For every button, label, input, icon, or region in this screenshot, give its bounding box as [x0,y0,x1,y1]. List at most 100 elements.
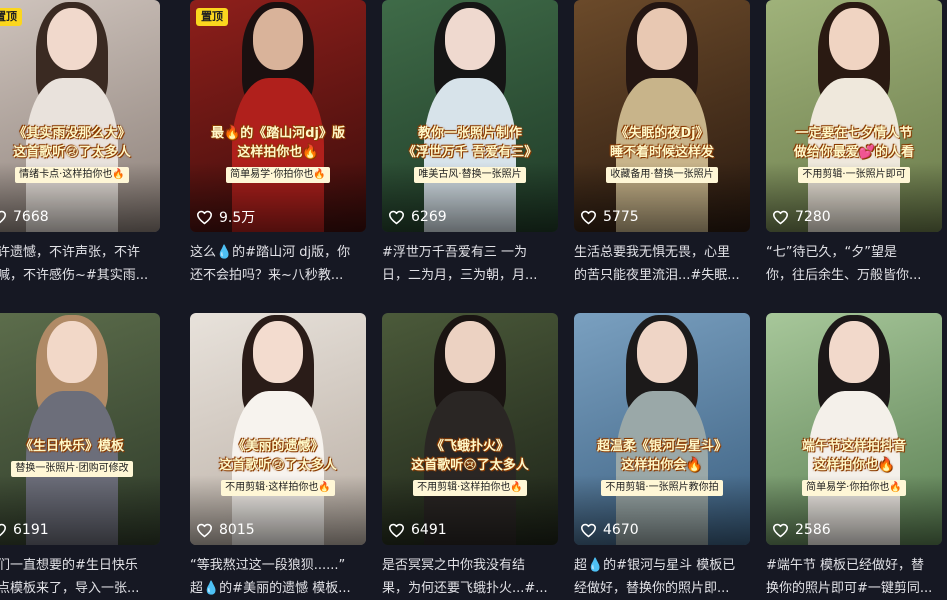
pinned-badge: 置顶 [0,8,22,26]
like-count: 7668 [0,207,49,227]
caption-title: 最🔥的《踏山河dj》版 这样拍你也🔥 [211,126,345,160]
like-count-value: 6191 [13,522,49,538]
thumbnail-caption: 端午节这样拍抖音 这样拍你也🔥 简单易学·你拍你也🔥 [770,437,938,496]
caption-tag: 简单易学·你拍你也🔥 [226,167,330,183]
description-line: 超💧的#银河与星斗 模板已 [574,558,736,573]
heart-icon [196,210,213,224]
description-line: 经做好，替换你的照片即... [574,581,730,596]
video-description[interactable]: #端午节 模板已经做好，替 换你的照片即可#一键剪同... [766,554,942,600]
video-thumbnail[interactable]: 教你一张照片制作 《浮世万千 吾爱有三》 唯美古风·替换一张照片 6269 [382,0,558,232]
video-thumbnail[interactable]: 《失眠的夜Dj》 睡不着时候这样发 收藏备用·替换一张照片 5775 [574,0,750,232]
caption-title: 超温柔《银河与星斗》 这样拍你会🔥 [596,439,727,473]
description-line: 你，往后余生、万般皆你... [766,268,922,283]
caption-title: 端午节这样拍抖音 这样拍你也🔥 [801,439,906,473]
video-grid: 《其实雨没那么大》 这首歌听😢了太多人 情绪卡点·这样拍你也🔥 7668 置顶 … [0,0,947,596]
description-line: 生活总要我无惧无畏，心里 [574,245,731,260]
caption-tag: 不用剪辑·这样拍你也🔥 [221,480,335,496]
video-description[interactable]: #浮世万千吾爱有三 一为 日，二为月，三为朝，月... [382,241,558,287]
video-description[interactable]: 超💧的#银河与星斗 模板已 经做好，替换你的照片即... [574,554,750,600]
thumbnail-caption: 《失眠的夜Dj》 睡不着时候这样发 收藏备用·替换一张照片 [578,124,746,183]
video-thumbnail[interactable]: 超温柔《银河与星斗》 这样拍你会🔥 不用剪辑·一张照片教你拍 4670 [574,313,750,545]
description-line: 的苦只能夜里流泪...#失眠... [574,268,740,283]
caption-tag: 不用剪辑·一张照片即可 [798,167,910,183]
thumbnail-caption: 《其实雨没那么大》 这首歌听😢了太多人 情绪卡点·这样拍你也🔥 [0,124,156,183]
video-thumbnail[interactable]: 《美丽的遗憾》 这首歌听😢了太多人 不用剪辑·这样拍你也🔥 8015 [190,313,366,545]
caption-title: 《飞蛾扑火》 这首歌听😢了太多人 [411,439,529,473]
video-description[interactable]: 生活总要我无惧无畏，心里 的苦只能夜里流泪...#失眠... [574,241,750,287]
description-line: 卡点模板来了，导入一张... [0,581,140,596]
thumbnail-caption: 教你一张照片制作 《浮世万千 吾爱有三》 唯美古风·替换一张照片 [386,124,554,183]
description-line: 日，二为月，三为朝，月... [382,268,538,283]
heart-icon [580,523,597,537]
video-thumbnail[interactable]: 《生日快乐》模板 替换一张照片·团购可修改 6191 [0,313,160,545]
description-line: “等我熬过这一段狼狈......” [190,558,346,573]
caption-tag: 不用剪辑·这样拍你也🔥 [413,480,527,496]
thumbnail-caption: 《美丽的遗憾》 这首歌听😢了太多人 不用剪辑·这样拍你也🔥 [194,437,362,496]
caption-title: 一定要在七夕情人节 做给你最爱💕的人看 [793,126,915,160]
like-count-value: 7668 [13,209,49,225]
caption-tag: 简单易学·你拍你也🔥 [802,480,906,496]
thumbnail-caption: 超温柔《银河与星斗》 这样拍你会🔥 不用剪辑·一张照片教你拍 [578,437,746,496]
like-count-value: 6269 [411,209,447,225]
description-line: #端午节 模板已经做好，替 [766,558,925,573]
description-line: 超💧的#美丽的遗憾 模板... [190,581,351,596]
caption-title: 《生日快乐》模板 [19,439,124,454]
like-count-value: 7280 [795,209,831,225]
thumbnail-caption: 一定要在七夕情人节 做给你最爱💕的人看 不用剪辑·一张照片即可 [770,124,938,183]
heart-icon [772,210,789,224]
video-description[interactable]: 不许遗憾，不许声张，不许 哭喊，不许感伤~#其实雨... [0,241,160,287]
description-line: 换你的照片即可#一键剪同... [766,581,933,596]
like-count: 6491 [388,520,447,540]
video-thumbnail[interactable]: 最🔥的《踏山河dj》版 这样拍你也🔥 简单易学·你拍你也🔥 9.5万 置顶 [190,0,366,232]
thumbnail-caption: 《飞蛾扑火》 这首歌听😢了太多人 不用剪辑·这样拍你也🔥 [386,437,554,496]
heart-icon [580,210,597,224]
like-count: 4670 [580,520,639,540]
like-count: 5775 [580,207,639,227]
video-thumbnail[interactable]: 端午节这样拍抖音 这样拍你也🔥 简单易学·你拍你也🔥 2586 [766,313,942,545]
description-line: “七”待已久，“夕”望是 [766,245,897,260]
video-description[interactable]: 是否冥冥之中你我没有结 果，为何还要飞蛾扑火...#... [382,554,558,600]
like-count: 9.5万 [196,207,255,227]
pinned-badge: 置顶 [196,8,228,26]
heart-icon [196,523,213,537]
description-line: 哭喊，不许感伤~#其实雨... [0,268,149,283]
like-count-value: 2586 [795,522,831,538]
like-count-value: 9.5万 [219,210,256,226]
caption-title: 教你一张照片制作 《浮世万千 吾爱有三》 [402,126,538,160]
video-description[interactable]: “七”待已久，“夕”望是 你，往后余生、万般皆你... [766,241,942,287]
video-thumbnail[interactable]: 《其实雨没那么大》 这首歌听😢了太多人 情绪卡点·这样拍你也🔥 7668 置顶 [0,0,160,232]
caption-tag: 情绪卡点·这样拍你也🔥 [15,167,129,183]
caption-title: 《其实雨没那么大》 这首歌听😢了太多人 [13,126,131,160]
description-line: 不许遗憾，不许声张，不许 [0,245,141,260]
like-count-value: 4670 [603,522,639,538]
like-count: 8015 [196,520,255,540]
description-line: #浮世万千吾爱有三 一为 [382,245,528,260]
video-thumbnail[interactable]: 《飞蛾扑火》 这首歌听😢了太多人 不用剪辑·这样拍你也🔥 6491 [382,313,558,545]
like-count: 7280 [772,207,831,227]
description-line: 果，为何还要飞蛾扑火...#... [382,581,548,596]
description-line: 你们一直想要的#生日快乐 [0,558,138,573]
caption-tag: 替换一张照片·团购可修改 [11,461,133,477]
like-count-value: 5775 [603,209,639,225]
description-line: 还不会拍吗？来~八秒教... [190,268,344,283]
heart-icon [388,210,405,224]
like-count-value: 8015 [219,522,255,538]
video-thumbnail[interactable]: 一定要在七夕情人节 做给你最爱💕的人看 不用剪辑·一张照片即可 7280 [766,0,942,232]
description-line: 这么💧的#踏山河 dj版，你 [190,245,351,260]
heart-icon [0,210,7,223]
video-description[interactable]: 这么💧的#踏山河 dj版，你 还不会拍吗？来~八秒教... [190,241,366,287]
caption-tag: 收藏备用·替换一张照片 [606,167,718,183]
like-count: 2586 [772,520,831,540]
video-description[interactable]: “等我熬过这一段狼狈......” 超💧的#美丽的遗憾 模板... [190,554,366,600]
heart-icon [388,523,405,537]
caption-tag: 不用剪辑·一张照片教你拍 [601,480,723,496]
caption-title: 《失眠的夜Dj》 睡不着时候这样发 [609,126,714,160]
caption-tag: 唯美古风·替换一张照片 [414,167,526,183]
description-line: 是否冥冥之中你我没有结 [382,558,526,573]
like-count-value: 6491 [411,522,447,538]
heart-icon [772,523,789,537]
video-description[interactable]: 你们一直想要的#生日快乐 卡点模板来了，导入一张... [0,554,160,600]
like-count: 6269 [388,207,447,227]
like-count: 6191 [0,520,49,540]
heart-icon [0,523,7,536]
